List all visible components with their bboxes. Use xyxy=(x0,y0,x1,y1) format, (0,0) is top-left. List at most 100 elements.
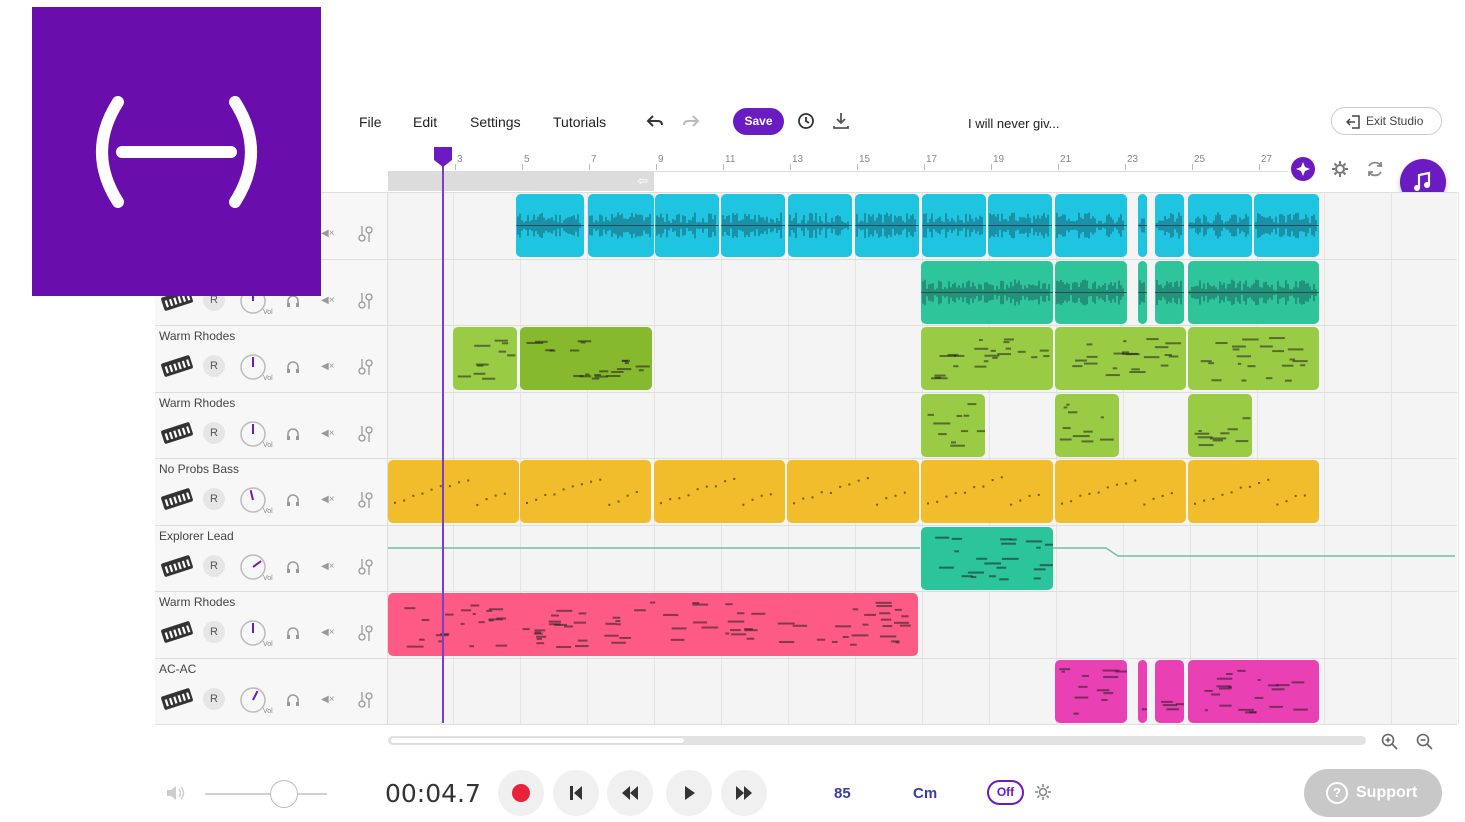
clip[interactable] xyxy=(921,260,1053,324)
menu-edit[interactable]: Edit xyxy=(413,114,437,130)
track-name[interactable]: Warm Rhodes xyxy=(159,396,235,410)
headphones-solo-icon[interactable] xyxy=(285,625,301,641)
track-record-arm-button[interactable]: R xyxy=(203,621,225,643)
clip[interactable] xyxy=(388,460,519,523)
clip[interactable] xyxy=(655,194,719,257)
metronome-toggle[interactable]: Off xyxy=(987,780,1024,805)
clip[interactable] xyxy=(721,194,785,257)
track-name[interactable]: No Probs Bass xyxy=(159,462,239,476)
exit-studio-button[interactable]: Exit Studio xyxy=(1331,107,1442,135)
clip[interactable] xyxy=(921,460,1053,523)
keyboard-instrument-icon[interactable] xyxy=(159,418,195,446)
clip[interactable] xyxy=(1055,327,1186,390)
project-title[interactable]: I will never giv... xyxy=(968,116,1060,131)
timeline-ruler[interactable]: 3 5 7 9 11 13 15 17 19 21 23 25 27 xyxy=(388,148,1288,192)
clip[interactable] xyxy=(1155,659,1184,723)
clip[interactable] xyxy=(1055,260,1127,324)
track-name[interactable]: Explorer Lead xyxy=(159,529,234,543)
headphones-solo-icon[interactable] xyxy=(285,559,301,575)
menu-tutorials[interactable]: Tutorials xyxy=(553,114,606,130)
playhead[interactable] xyxy=(442,152,444,723)
clip[interactable] xyxy=(1254,194,1319,257)
clip[interactable] xyxy=(1138,194,1147,257)
clip[interactable] xyxy=(988,194,1052,257)
track-record-arm-button[interactable]: R xyxy=(203,355,225,377)
clip[interactable] xyxy=(388,593,918,656)
effects-icon[interactable] xyxy=(357,623,375,643)
rewind-button[interactable] xyxy=(607,770,653,816)
clip[interactable] xyxy=(1155,260,1184,324)
tempo-display[interactable]: 85 xyxy=(834,785,851,802)
mute-icon[interactable]: ◀× xyxy=(321,561,335,572)
headphones-solo-icon[interactable] xyxy=(285,692,301,708)
clip[interactable] xyxy=(1055,194,1127,257)
master-volume-icon[interactable] xyxy=(165,784,187,807)
clip[interactable] xyxy=(1138,260,1147,324)
playhead-handle[interactable] xyxy=(433,146,453,168)
clip[interactable] xyxy=(516,194,584,257)
track-record-arm-button[interactable]: R xyxy=(203,554,225,577)
headphones-solo-icon[interactable] xyxy=(285,426,301,442)
clip[interactable] xyxy=(787,460,919,523)
track-record-arm-button[interactable]: R xyxy=(203,687,225,710)
effects-icon[interactable] xyxy=(357,690,375,710)
clip[interactable] xyxy=(1138,659,1147,723)
clip[interactable] xyxy=(1055,393,1119,457)
clip[interactable] xyxy=(1055,460,1186,523)
master-volume-slider[interactable] xyxy=(205,793,327,795)
effects-icon[interactable] xyxy=(357,557,375,577)
scrollbar-thumb[interactable] xyxy=(390,737,685,744)
zoom-out-icon[interactable] xyxy=(1415,732,1435,752)
effects-icon[interactable] xyxy=(357,357,375,377)
clip[interactable] xyxy=(1188,194,1252,257)
track-record-arm-button[interactable]: R xyxy=(203,421,225,444)
record-button[interactable] xyxy=(498,770,544,816)
clip[interactable] xyxy=(1155,194,1184,257)
play-button[interactable] xyxy=(666,770,712,816)
clip[interactable] xyxy=(520,327,652,390)
clip[interactable] xyxy=(1055,659,1127,723)
mute-icon[interactable]: ◀× xyxy=(321,361,335,372)
clip[interactable] xyxy=(520,460,651,523)
effects-icon[interactable] xyxy=(357,490,375,510)
loop-toggle-icon[interactable] xyxy=(1362,156,1388,182)
clip[interactable] xyxy=(654,460,785,523)
effects-icon[interactable] xyxy=(357,424,375,444)
clip[interactable] xyxy=(1188,460,1319,523)
track-record-arm-button[interactable]: R xyxy=(203,488,225,510)
effects-icon[interactable] xyxy=(357,224,375,244)
headphones-solo-icon[interactable] xyxy=(285,492,301,508)
clip[interactable] xyxy=(588,194,654,257)
keyboard-instrument-icon[interactable] xyxy=(159,351,195,379)
clip[interactable] xyxy=(788,194,852,257)
clip[interactable] xyxy=(921,393,985,457)
mute-icon[interactable]: ◀× xyxy=(321,228,335,239)
clip[interactable] xyxy=(453,327,517,390)
menu-file[interactable]: File xyxy=(359,114,382,130)
menu-settings[interactable]: Settings xyxy=(470,114,521,130)
effects-icon[interactable] xyxy=(357,291,375,311)
metronome-settings-icon[interactable] xyxy=(1033,782,1053,807)
clip[interactable] xyxy=(1188,659,1319,723)
mute-icon[interactable]: ◀× xyxy=(321,694,335,705)
keyboard-instrument-icon[interactable] xyxy=(159,551,195,579)
skip-to-start-button[interactable] xyxy=(553,770,599,816)
track-header[interactable]: No Probs Bass R Vol ◀× xyxy=(155,458,388,524)
settings-gear-icon[interactable] xyxy=(1327,156,1353,182)
clip[interactable] xyxy=(1188,260,1319,324)
save-button[interactable]: Save xyxy=(733,108,784,135)
mute-icon[interactable]: ◀× xyxy=(321,627,335,638)
fast-forward-button[interactable] xyxy=(721,770,767,816)
history-icon[interactable] xyxy=(795,110,817,132)
track-header[interactable]: Warm Rhodes R Vol ◀× xyxy=(155,392,388,458)
headphones-solo-icon[interactable] xyxy=(285,359,301,375)
track-header[interactable]: Warm Rhodes R Vol ◀× xyxy=(155,325,388,391)
mute-icon[interactable]: ◀× xyxy=(321,494,335,505)
automation-line[interactable] xyxy=(388,540,1455,560)
track-header[interactable]: Explorer Lead R Vol ◀× xyxy=(155,525,388,591)
zoom-in-icon[interactable] xyxy=(1380,732,1400,752)
redo-icon[interactable] xyxy=(679,110,701,132)
track-name[interactable]: Warm Rhodes xyxy=(159,595,235,609)
mute-icon[interactable]: ◀× xyxy=(321,428,335,439)
snap-icon[interactable] xyxy=(1290,156,1316,182)
